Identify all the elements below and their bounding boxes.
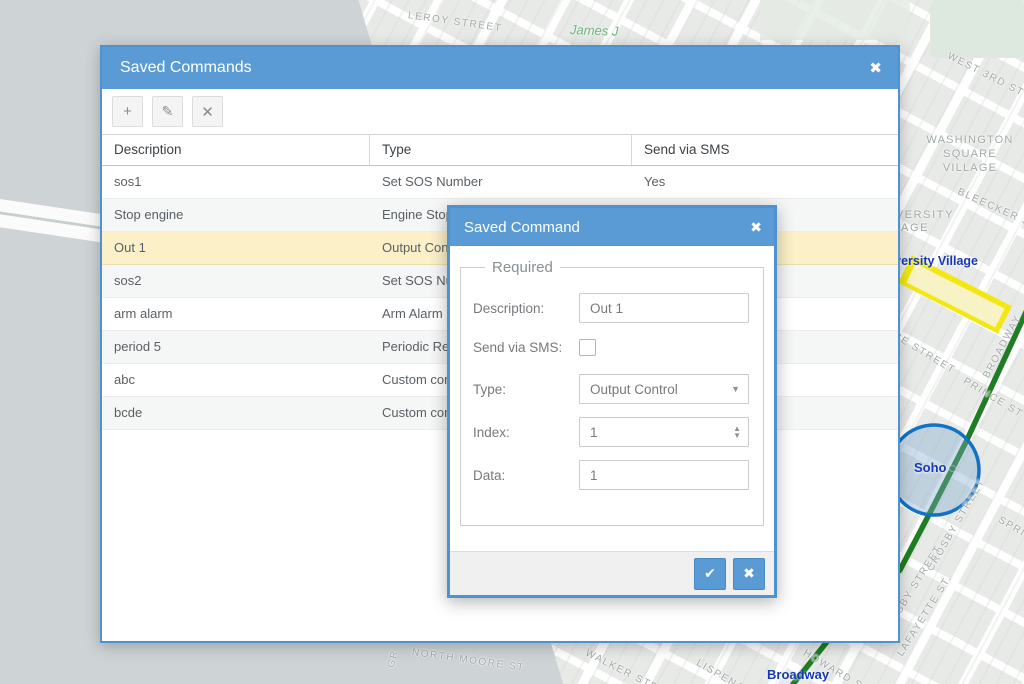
- type-field-row: Type: Output Control ▼: [461, 374, 763, 404]
- park-label: James J: [570, 22, 619, 39]
- saved-command-titlebar[interactable]: Saved Command ✖: [450, 208, 774, 246]
- edit-command-button[interactable]: ✎: [152, 96, 183, 127]
- type-selected-value: Output Control: [590, 382, 678, 397]
- send-via-sms-label: Send via SMS:: [473, 340, 579, 355]
- cell-description: abc: [102, 364, 370, 396]
- commands-toolbar: + ✎ ✕: [102, 89, 898, 134]
- cell-sms: Yes: [632, 166, 898, 198]
- check-icon: ✔: [704, 565, 716, 582]
- pencil-icon: ✎: [162, 103, 174, 120]
- required-fieldset: Required Description: Send via SMS: Type…: [460, 259, 764, 526]
- index-field-row: Index: 1 ▲ ▼: [461, 417, 763, 447]
- cancel-button[interactable]: ✖: [733, 558, 765, 590]
- dialog-title: Saved Command: [464, 219, 580, 236]
- data-input[interactable]: [579, 460, 749, 490]
- description-input[interactable]: [579, 293, 749, 323]
- cell-description: sos1: [102, 166, 370, 198]
- app-window: LEROY STREET James J WEST 3RD ST WASHING…: [0, 0, 1024, 684]
- place-label-broadway: Broadway: [767, 667, 829, 682]
- cell-description: arm alarm: [102, 298, 370, 330]
- cell-description: sos2: [102, 265, 370, 297]
- add-command-button[interactable]: +: [112, 96, 143, 127]
- table-header: Description Type Send via SMS: [102, 134, 898, 166]
- index-value: 1: [590, 425, 598, 440]
- close-icon[interactable]: ✖: [750, 219, 762, 236]
- close-icon[interactable]: ✖: [869, 59, 882, 77]
- area-label-washington-square-village: WASHINGTON SQUARE VILLAGE: [925, 133, 1015, 175]
- type-label: Type:: [473, 382, 579, 397]
- cell-type: Set SOS Number: [370, 166, 632, 198]
- place-label-soho: Soho: [914, 460, 956, 475]
- send-via-sms-field-row: Send via SMS:: [461, 339, 763, 356]
- cell-description: Out 1: [102, 232, 370, 264]
- saved-command-form: Required Description: Send via SMS: Type…: [450, 246, 774, 551]
- data-label: Data:: [473, 468, 579, 483]
- index-label: Index:: [473, 425, 579, 440]
- send-via-sms-checkbox[interactable]: [579, 339, 596, 356]
- cell-description: Stop engine: [102, 199, 370, 231]
- x-icon: ✖: [743, 565, 755, 582]
- x-icon: ✕: [201, 103, 214, 121]
- description-label: Description:: [473, 301, 579, 316]
- cell-description: period 5: [102, 331, 370, 363]
- column-header-description[interactable]: Description: [102, 135, 370, 165]
- dialog-title: Saved Commands: [120, 59, 252, 77]
- index-stepper[interactable]: 1 ▲ ▼: [579, 417, 749, 447]
- arrow-down-icon[interactable]: ▼: [733, 432, 741, 439]
- column-header-send-via-sms[interactable]: Send via SMS: [632, 135, 898, 165]
- table-row[interactable]: sos1 Set SOS Number Yes: [102, 166, 898, 199]
- data-field-row: Data:: [461, 460, 763, 490]
- type-select[interactable]: Output Control ▼: [579, 374, 749, 404]
- chevron-down-icon: ▼: [731, 384, 740, 394]
- saved-command-footer: ✔ ✖: [450, 551, 774, 595]
- fieldset-legend: Required: [485, 259, 560, 276]
- save-button[interactable]: ✔: [694, 558, 726, 590]
- description-field-row: Description:: [461, 293, 763, 323]
- column-header-type[interactable]: Type: [370, 135, 632, 165]
- saved-command-dialog: Saved Command ✖ Required Description: Se…: [447, 205, 777, 598]
- town-marker-icon: [949, 465, 956, 472]
- cell-description: bcde: [102, 397, 370, 429]
- plus-icon: +: [123, 103, 132, 120]
- saved-commands-titlebar[interactable]: Saved Commands ✖: [102, 47, 898, 89]
- delete-command-button[interactable]: ✕: [192, 96, 223, 127]
- stepper-arrows[interactable]: ▲ ▼: [733, 425, 748, 439]
